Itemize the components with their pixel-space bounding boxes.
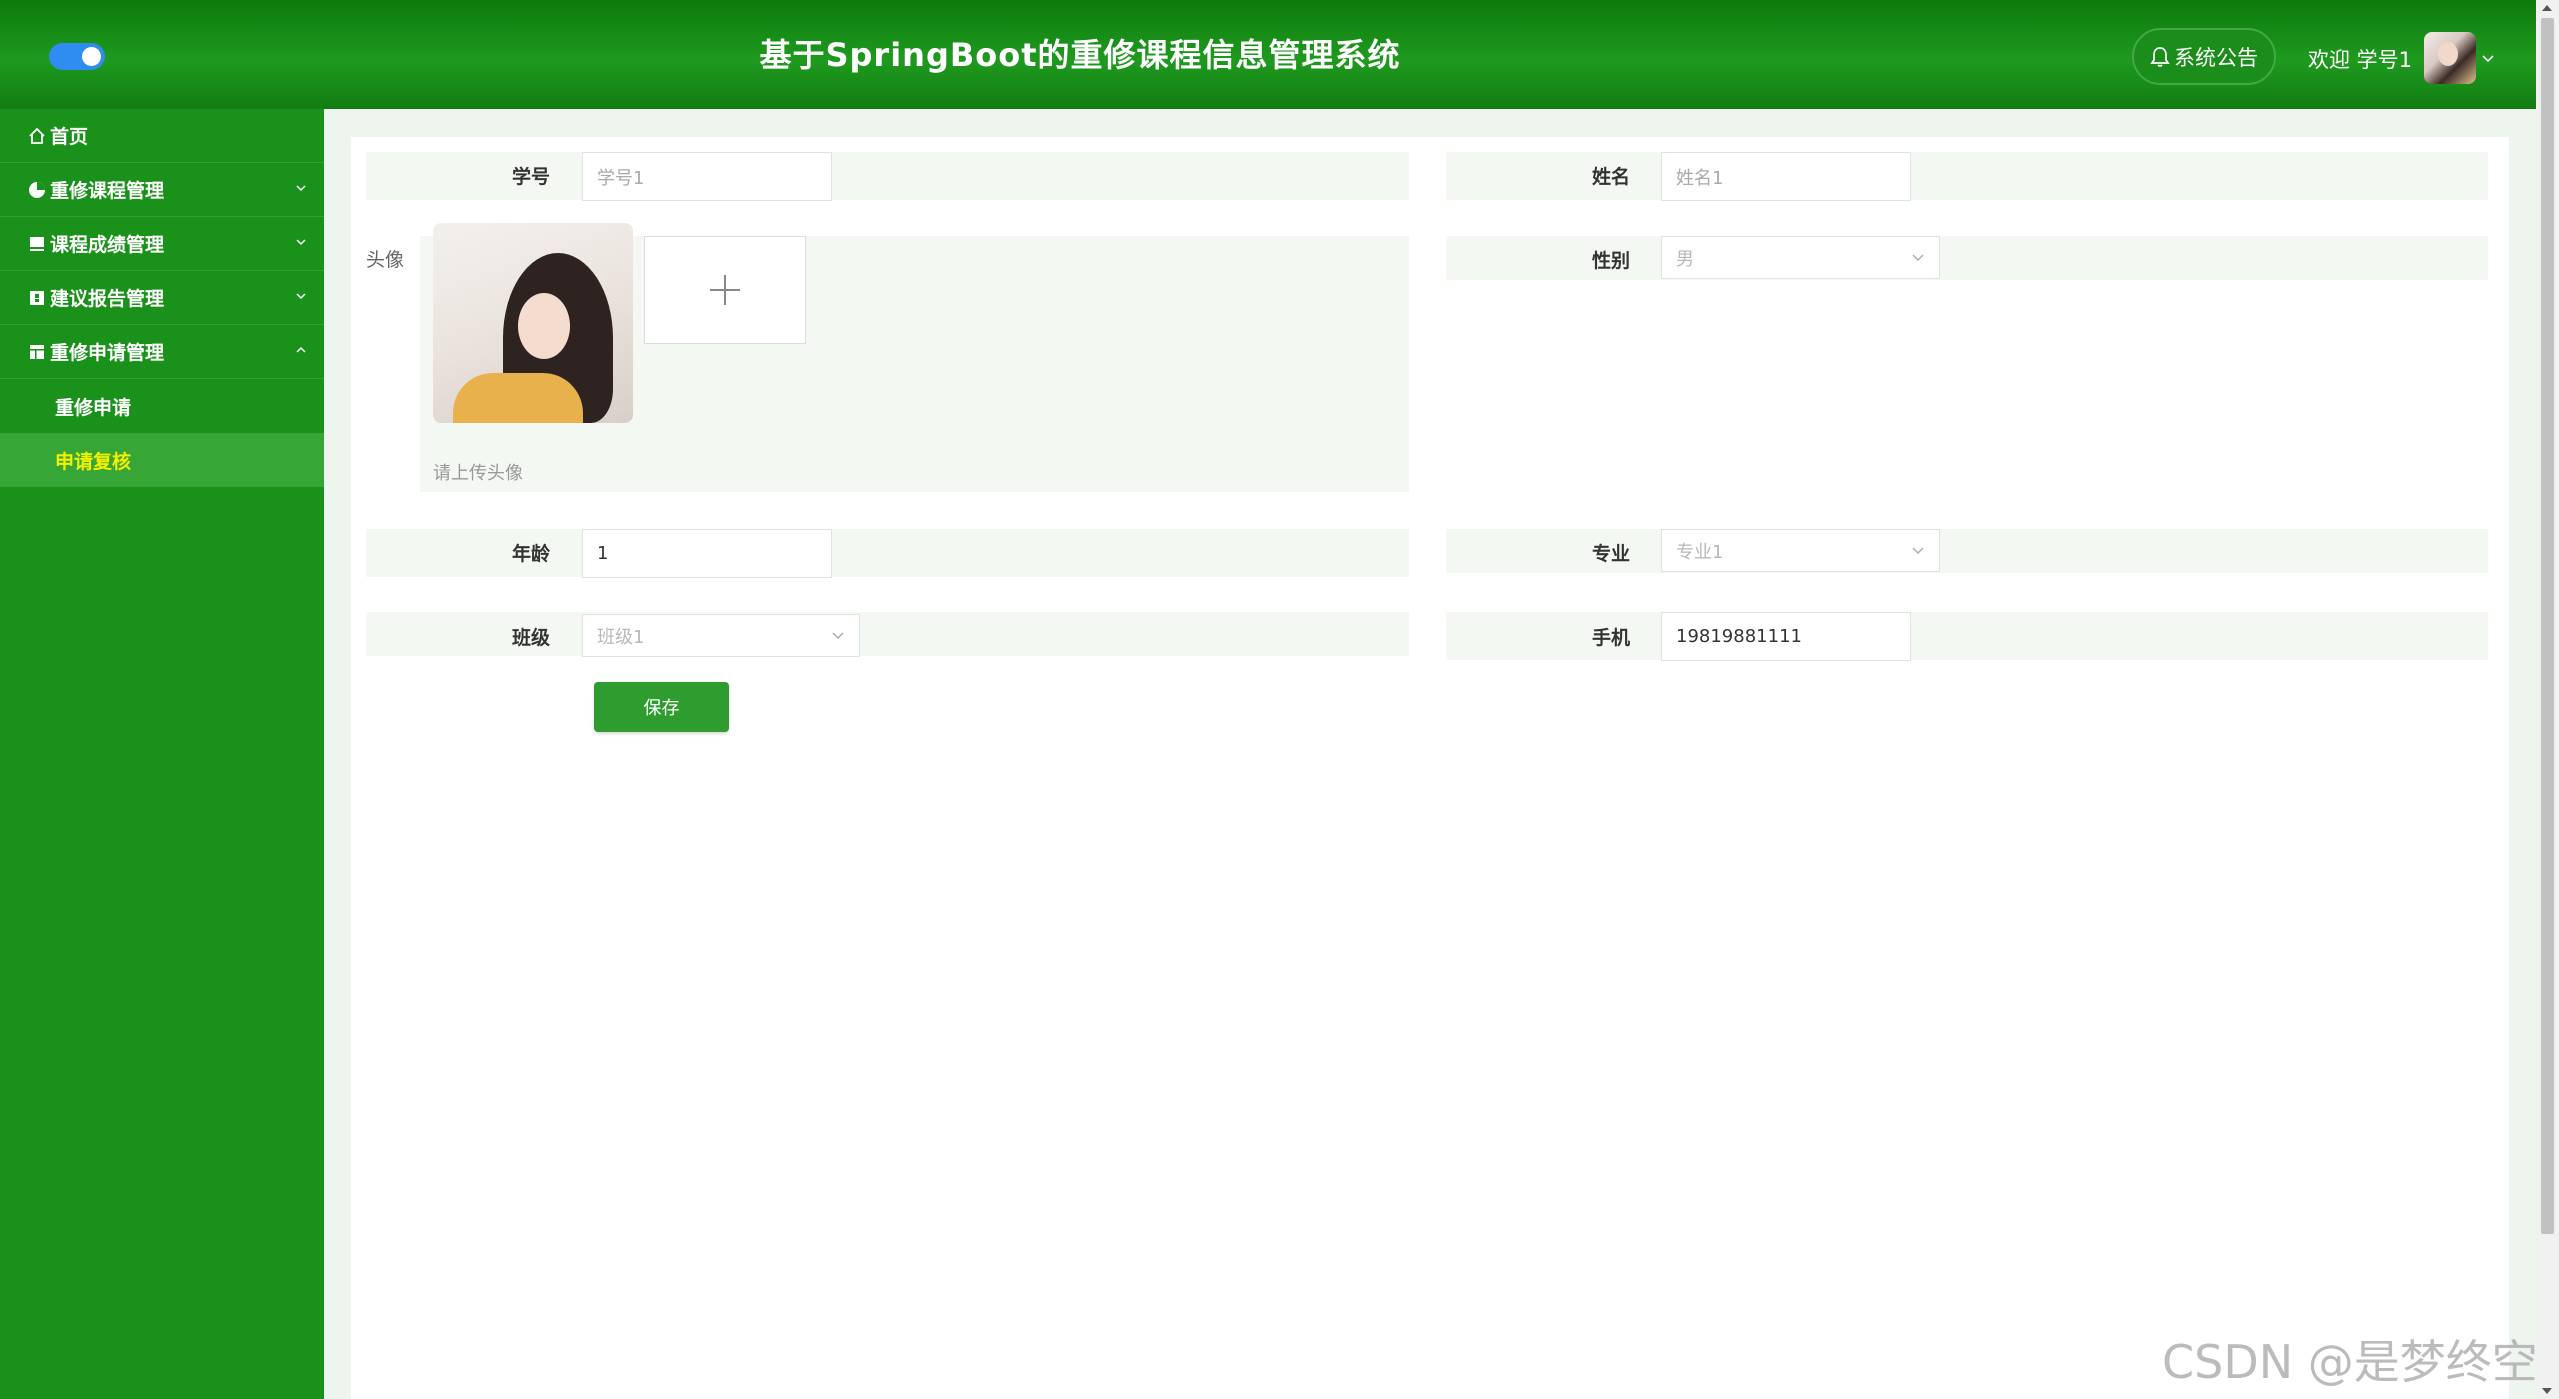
phone-input[interactable]: 19819881111 <box>1661 612 1911 661</box>
sidebar-subitem-label: 重修申请 <box>55 396 132 419</box>
age-label: 年龄 <box>511 543 550 565</box>
pie-chart-icon <box>29 181 45 198</box>
user-avatar[interactable] <box>2424 32 2476 84</box>
chevron-down-icon <box>296 293 306 300</box>
scroll-down-arrow-icon[interactable] <box>2542 1388 2552 1394</box>
class-select[interactable]: 班级1 <box>582 614 860 657</box>
sidebar-item-retake-application[interactable]: 重修申请管理 <box>0 325 324 379</box>
sidebar: 首页 重修课程管理 课程成绩管理 建议报告管理 重修申请管理 重修申请 申请复核 <box>0 109 324 1399</box>
vertical-scrollbar[interactable] <box>2536 0 2559 1399</box>
sidebar-item-retake-course[interactable]: 重修课程管理 <box>0 163 324 217</box>
system-notice-label: 系统公告 <box>2174 45 2258 70</box>
report-icon <box>30 290 44 305</box>
plus-icon <box>710 275 740 305</box>
gender-select-value: 男 <box>1676 248 1694 270</box>
toggle-knob <box>82 47 101 66</box>
scroll-up-arrow-icon[interactable] <box>2542 5 2552 11</box>
page-title: 基于SpringBoot的重修课程信息管理系统 <box>759 36 1401 74</box>
system-notice-button[interactable]: 系统公告 <box>2132 28 2276 85</box>
save-button[interactable]: 保存 <box>594 682 729 732</box>
avatar-upload-button[interactable] <box>644 236 806 344</box>
chevron-up-icon <box>296 346 306 353</box>
student-id-label: 学号 <box>511 166 550 188</box>
gender-select[interactable]: 男 <box>1661 236 1940 279</box>
chevron-down-icon[interactable] <box>2480 50 2496 66</box>
major-label: 专业 <box>1591 543 1630 565</box>
chevron-down-icon <box>832 632 844 639</box>
document-icon <box>30 236 44 251</box>
name-input[interactable]: 姓名1 <box>1661 152 1911 201</box>
sidebar-item-label: 重修课程管理 <box>50 180 165 202</box>
scrollbar-thumb[interactable] <box>2541 18 2554 1234</box>
avatar-image[interactable] <box>433 223 633 423</box>
home-icon <box>29 127 45 144</box>
chevron-down-icon <box>296 185 306 192</box>
sidebar-subitem-application-review[interactable]: 申请复核 <box>0 433 324 487</box>
watermark: CSDN @是梦终空 <box>2162 1335 2538 1389</box>
class-select-value: 班级1 <box>597 626 645 648</box>
welcome-text: 欢迎 学号1 <box>2308 48 2413 72</box>
avatar-upload-hint: 请上传头像 <box>433 463 523 484</box>
phone-label: 手机 <box>1591 627 1630 649</box>
sidebar-subitem-retake-apply[interactable]: 重修申请 <box>0 379 324 433</box>
student-id-input[interactable]: 学号1 <box>582 152 832 201</box>
table-icon <box>30 344 44 359</box>
chevron-down-icon <box>1912 254 1924 261</box>
major-select-value: 专业1 <box>1676 541 1724 563</box>
sidebar-item-label: 首页 <box>50 126 89 148</box>
photo-face <box>518 293 570 359</box>
sidebar-item-suggestion-report[interactable]: 建议报告管理 <box>0 271 324 325</box>
sidebar-toggle-switch[interactable] <box>49 43 105 70</box>
avatar-label: 头像 <box>366 249 405 271</box>
bell-icon <box>2150 46 2170 67</box>
age-input[interactable]: 1 <box>582 529 832 578</box>
sidebar-item-label: 建议报告管理 <box>50 288 165 310</box>
sidebar-item-label: 重修申请管理 <box>50 342 165 364</box>
top-header: 基于SpringBoot的重修课程信息管理系统 系统公告 欢迎 学号1 <box>0 0 2536 109</box>
major-select[interactable]: 专业1 <box>1661 529 1940 572</box>
photo-top <box>453 373 583 423</box>
sidebar-item-course-grades[interactable]: 课程成绩管理 <box>0 217 324 271</box>
sidebar-subitem-label: 申请复核 <box>55 450 132 473</box>
class-label: 班级 <box>511 627 550 649</box>
gender-label: 性别 <box>1591 250 1630 272</box>
chevron-down-icon <box>1912 547 1924 554</box>
sidebar-item-home[interactable]: 首页 <box>0 109 324 163</box>
sidebar-item-label: 课程成绩管理 <box>50 234 165 256</box>
chevron-down-icon <box>296 239 306 246</box>
name-label: 姓名 <box>1591 166 1630 188</box>
